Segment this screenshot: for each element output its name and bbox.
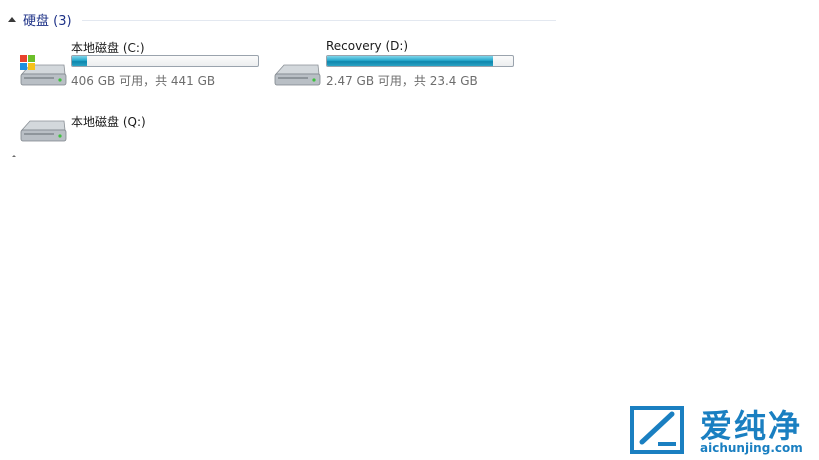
drive-q-label: 本地磁盘 (Q:) (71, 115, 146, 129)
collapse-triangle-icon[interactable] (8, 17, 16, 22)
watermark-logo-icon (630, 406, 684, 454)
drive-d-label: Recovery (D:) (326, 39, 409, 53)
drive-q-tile[interactable]: 本地磁盘 (Q:) (18, 112, 263, 142)
group-title: 硬盘 (3) (23, 13, 72, 29)
drive-c-free-space: 406 GB 可用，共 441 GB (71, 74, 216, 88)
group-divider (81, 19, 556, 21)
drive-d-tile[interactable]: Recovery (D:) 2.47 GB 可用，共 23.4 GB (272, 38, 517, 88)
hard-drive-icon (20, 120, 67, 142)
hard-drive-icon (274, 64, 321, 86)
drive-d-free-space: 2.47 GB 可用，共 23.4 GB (326, 74, 478, 88)
windows-drive-icon (20, 55, 67, 86)
drive-d-usage-bar (326, 55, 514, 67)
drive-c-usage-fill (72, 56, 87, 66)
explorer-content-pane: 硬盘 (3) 本地磁盘 (C:) 406 GB 可用，共 441 GB Reco… (0, 0, 557, 157)
next-group-header-cropped (12, 155, 16, 157)
drive-d-usage-fill (327, 56, 493, 66)
drive-c-tile[interactable]: 本地磁盘 (C:) 406 GB 可用，共 441 GB (18, 38, 263, 88)
drive-c-label: 本地磁盘 (C:) (71, 41, 145, 55)
drive-c-usage-bar (71, 55, 259, 67)
watermark-url: aichunjing.com (700, 441, 803, 455)
hard-disk-group-header[interactable]: 硬盘 (3) (8, 9, 556, 29)
